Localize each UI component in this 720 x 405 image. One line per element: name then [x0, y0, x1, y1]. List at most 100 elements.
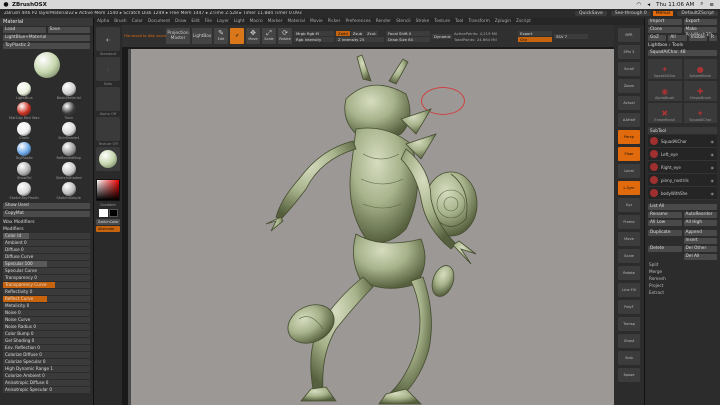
modifier-slider[interactable]: Anisotropic Diffuse 0: [3, 380, 90, 386]
all-high-button[interactable]: All High: [683, 220, 717, 226]
modifier-slider[interactable]: Color Id: [3, 233, 90, 239]
material-item[interactable]: ShowTol: [4, 162, 45, 180]
eye-icon[interactable]: ◉: [711, 191, 715, 196]
tool-thumbnail[interactable]: ● SphereBrush: [683, 59, 717, 79]
ssv-slider[interactable]: SSV 7: [554, 33, 588, 39]
view-button-persp[interactable]: Persp: [618, 130, 640, 144]
material-item[interactable]: SketchShaded: [49, 162, 90, 180]
modifier-slider[interactable]: Noise 0: [3, 310, 90, 316]
menus-button[interactable]: Menus: [652, 11, 674, 16]
volume-icon[interactable]: ◂: [647, 2, 650, 8]
view-button-polyf[interactable]: PolyF: [618, 300, 640, 314]
alternate-button[interactable]: Alternate: [96, 226, 120, 232]
grp-button[interactable]: Grp: [518, 36, 552, 42]
secondary-color-swatch[interactable]: [108, 209, 118, 217]
modifier-slider[interactable]: Noise Radius 0: [3, 324, 90, 330]
apple-icon[interactable]: ●: [0, 1, 12, 8]
material-item[interactable]: SketchSimple: [49, 182, 90, 200]
view-button-ghost[interactable]: Ghost: [618, 334, 640, 348]
duplicate-button[interactable]: Duplicate: [648, 230, 682, 236]
quicksave-button[interactable]: QuickSave: [574, 11, 607, 16]
zcut-button[interactable]: Zcut: [365, 30, 378, 36]
brush-slot[interactable]: ◐ Standard: [96, 27, 120, 56]
modifier-slider[interactable]: Color Bump 0: [3, 331, 90, 337]
menu-draw[interactable]: Draw: [175, 19, 186, 24]
menu-tool[interactable]: Tool: [455, 19, 463, 24]
modifier-slider[interactable]: Gel Shading 0: [3, 338, 90, 344]
list-icon[interactable]: ≡: [709, 2, 714, 8]
move-button[interactable]: ✥ Move: [246, 28, 260, 44]
texture-slot[interactable]: Texture Off: [96, 117, 120, 146]
view-button-xyz[interactable]: Xyz: [618, 198, 640, 212]
modifier-slider[interactable]: Reflect Curve: [3, 296, 90, 302]
show-used-button[interactable]: Show Used: [3, 203, 90, 209]
view-button-actual[interactable]: Actual: [618, 96, 640, 110]
eye-icon[interactable]: ◉: [711, 152, 715, 157]
menu-movie[interactable]: Movie: [310, 19, 323, 24]
material-item[interactable]: BasicMaterial: [49, 82, 90, 100]
alpha-slot[interactable]: Alpha Off: [96, 87, 120, 116]
menu-zscript[interactable]: Zscript: [516, 19, 531, 24]
subtool-item[interactable]: Right_eye ◉: [648, 161, 717, 174]
modifier-slider[interactable]: Anisotropic Specular 0: [3, 387, 90, 393]
all-low-button[interactable]: All Low: [648, 220, 682, 226]
zadd-button[interactable]: Zadd: [336, 30, 350, 36]
menu-file[interactable]: File: [205, 19, 212, 24]
main-color-swatch[interactable]: [98, 209, 108, 217]
view-button-floor[interactable]: Floor: [618, 147, 640, 161]
material-item[interactable]: Chalk: [4, 122, 45, 140]
export-button[interactable]: Export: [518, 30, 552, 36]
tool-thumbnail[interactable]: ✖ EraserBrush: [648, 103, 682, 123]
view-button-xpose[interactable]: Xpose: [618, 368, 640, 382]
modifier-slider[interactable]: Transparency Curve: [3, 282, 90, 288]
search-icon[interactable]: ⌕: [700, 1, 703, 8]
material-item[interactable]: SketchToyPlastic: [4, 182, 45, 200]
draw-button[interactable]: ✐: [230, 28, 244, 44]
all-button[interactable]: All: [668, 35, 687, 41]
subtool-item[interactable]: pinny_nostrils ◉: [648, 174, 717, 187]
menu-preferences[interactable]: Preferences: [345, 19, 370, 24]
draw-size-slider[interactable]: Draw Size 64: [386, 36, 430, 42]
insert-button[interactable]: Insert: [683, 238, 717, 244]
copymat-button[interactable]: CopyMat: [3, 211, 90, 217]
modifier-slider[interactable]: Specular Curve: [3, 268, 90, 274]
remesh-section[interactable]: Remesh: [645, 275, 720, 282]
projection-master-button[interactable]: Projection Master: [166, 28, 190, 44]
view-button-rotate[interactable]: Rotate: [618, 266, 640, 280]
rename-button[interactable]: Rename: [648, 212, 682, 218]
zsub-button[interactable]: Zsub: [350, 30, 365, 36]
focal-shift-slider[interactable]: Focal Shift 0: [386, 30, 430, 36]
save-button[interactable]: Save: [47, 27, 90, 33]
lightbox-tools-link[interactable]: Lightbox › Tools: [645, 42, 720, 49]
menu-alpha[interactable]: Alpha: [97, 19, 109, 24]
modifier-slider[interactable]: Colorize Diffuse 0: [3, 352, 90, 358]
import-button[interactable]: Import: [648, 19, 682, 25]
stroke-slot[interactable]: ∴ Dots: [96, 57, 120, 86]
make-polymesh-button[interactable]: Make PolyMesh3D: [683, 27, 717, 38]
menu-transform[interactable]: Transform: [468, 19, 489, 24]
tool-thumbnail[interactable]: ◉ AlphaBrush: [648, 81, 682, 101]
current-tool[interactable]: SquadAlChar. 48: [648, 50, 717, 56]
material-item[interactable]: Toon: [49, 102, 90, 120]
menu-edit[interactable]: Edit: [191, 19, 199, 24]
scale-button[interactable]: ⤢ Scale: [262, 28, 276, 44]
menu-marker[interactable]: Marker: [268, 19, 283, 24]
menu-document[interactable]: Document: [148, 19, 170, 24]
menu-material[interactable]: Material: [287, 19, 304, 24]
tool-thumbnail[interactable]: ✦ SquadAlChar: [683, 103, 717, 123]
view-button-l-sym[interactable]: L.Sym: [618, 181, 640, 195]
load-button[interactable]: Load: [3, 27, 46, 33]
view-button-solo[interactable]: Solo: [618, 351, 640, 365]
visible-button[interactable]: Visible: [688, 35, 707, 41]
creature-sculpt-model[interactable]: [131, 49, 617, 405]
modifier-slider[interactable]: Env. Reflection 0: [3, 345, 90, 351]
view-button-transp[interactable]: Transp: [618, 317, 640, 331]
menu-color[interactable]: Color: [132, 19, 143, 24]
material-item[interactable]: ReflectedMap: [49, 142, 90, 160]
del-other-button[interactable]: Del Other: [683, 246, 717, 252]
menu-render[interactable]: Render: [376, 19, 391, 24]
menu-zplugin[interactable]: Zplugin: [495, 19, 511, 24]
tool-thumbnail[interactable]: ✚ SimpleBrush: [683, 81, 717, 101]
eye-icon[interactable]: ◉: [711, 165, 715, 170]
subtool-header[interactable]: SubTool: [648, 127, 717, 134]
